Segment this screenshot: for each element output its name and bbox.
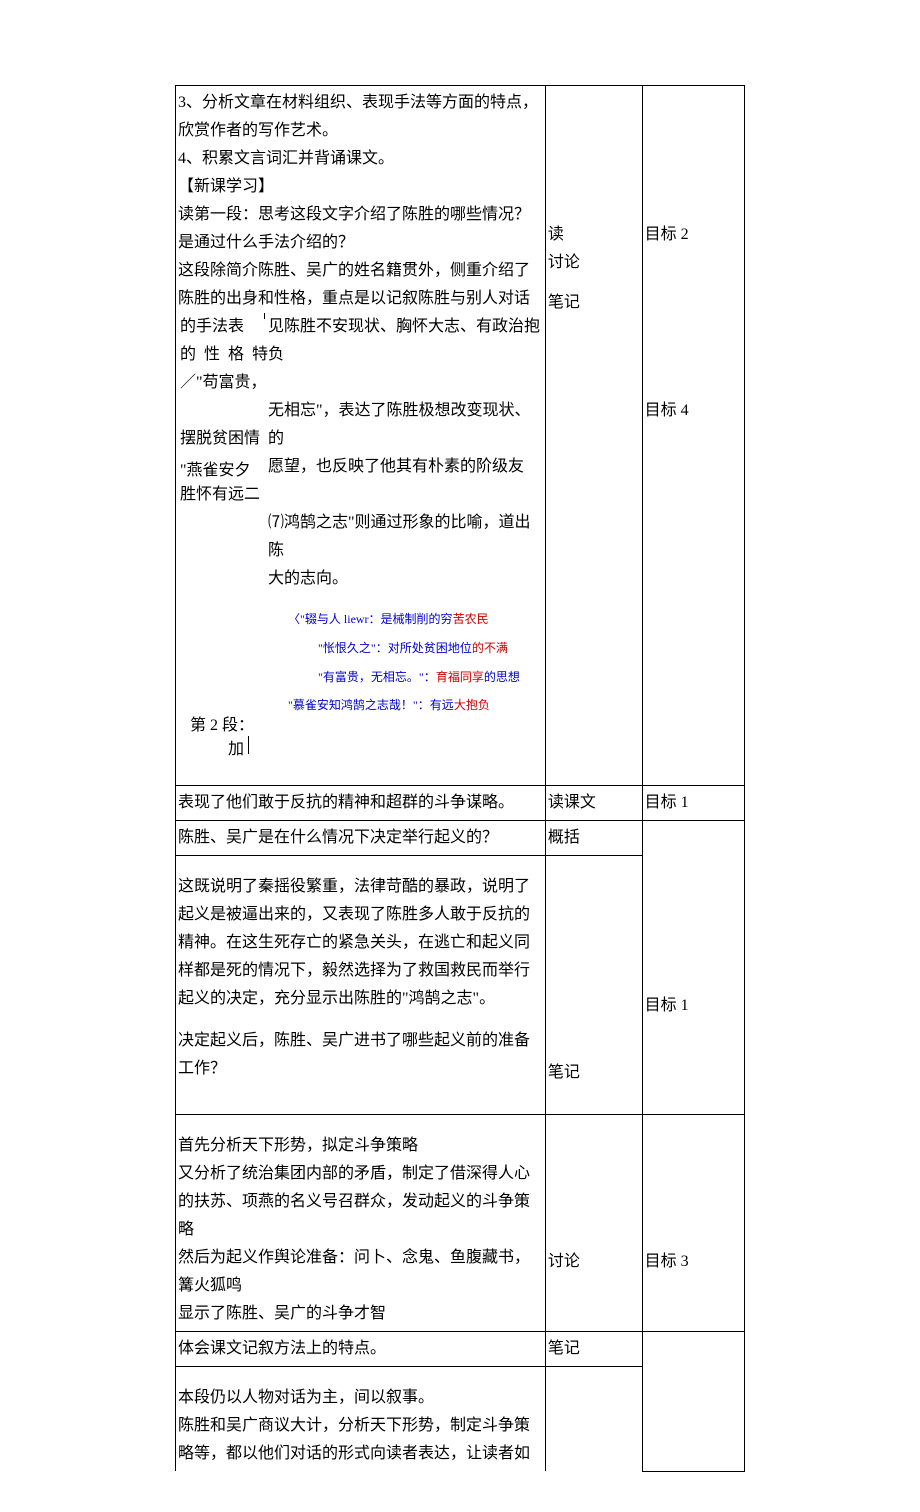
- section-heading: 【新课学习】: [178, 173, 543, 201]
- split-block: 的手法表 见陈胜不安现状、胸怀大志、有政治抱负 的 性 格 特 ／"苟富贵， 无…: [178, 313, 543, 593]
- goal-cell: 目标 1: [642, 786, 744, 821]
- content-cell: 陈胜、吴广是在什么情况下决定举行起义的？: [176, 821, 546, 856]
- table-row: 表现了他们敢于反抗的精神和超群的斗争谋略。 读课文 目标 1: [176, 786, 745, 821]
- activity-label: 讨论: [548, 249, 640, 277]
- point-3: 3、分析文章在材料组织、表现手法等方面的特点，欣赏作者的写作艺术。: [178, 89, 543, 145]
- table-row: 3、分析文章在材料组织、表现手法等方面的特点，欣赏作者的写作艺术。 4、积累文言…: [176, 86, 745, 786]
- table-row: 体会课文记叙方法上的特点。 笔记: [176, 1332, 745, 1367]
- goal-label: 目标 2: [645, 221, 742, 249]
- annotation-line: "有富贵，无相忘。"：育福同享的思想: [268, 663, 543, 692]
- para: 本段仍以人物对话为主，间以叙事。: [178, 1384, 543, 1412]
- goal-label: 目标 1: [645, 992, 742, 1020]
- activity-cell: 讨论: [545, 1115, 642, 1332]
- table-row: 首先分析天下形势，拟定斗争策略 又分析了统治集团内部的矛盾，制定了借深得人心的扶…: [176, 1115, 745, 1332]
- right-fragment: ⑺鸿鹄之志"则通过形象的比喻，道出陈: [268, 509, 543, 565]
- left-fragment: 胜怀有远二: [180, 481, 260, 509]
- annotation-line: 〈"辍与人 liewr：是械制削的穷苦农民: [268, 605, 543, 634]
- para: 陈胜和吴广商议大计，分析天下形势，制定斗争策略等，都以他们对话的形式向读者表达，…: [178, 1412, 543, 1468]
- goal-cell: [642, 1332, 744, 1472]
- left-fragment: 的 性 格 特: [180, 341, 270, 369]
- left-fragment: 摆脱贫困情: [180, 425, 260, 453]
- activity-cell: 笔记: [545, 1332, 642, 1367]
- question-1: 读第一段：思考这段文字介绍了陈胜的哪些情况？是通过什么手法介绍的？: [178, 201, 543, 257]
- point-4: 4、积累文言词汇并背诵课文。: [178, 145, 543, 173]
- annotation-line: "慕雀安知鸿鹄之志哉！"：有远大抱负: [268, 691, 543, 720]
- activity-cell: [545, 1367, 642, 1472]
- para: 显示了陈胜、吴广的斗争才智: [178, 1300, 543, 1328]
- para: 然后为起义作舆论准备：问卜、念鬼、鱼腹藏书，篝火狐鸣: [178, 1244, 543, 1300]
- content-cell: 首先分析天下形势，拟定斗争策略 又分析了统治集团内部的矛盾，制定了借深得人心的扶…: [176, 1115, 546, 1332]
- content-cell: 本段仍以人物对话为主，间以叙事。 陈胜和吴广商议大计，分析天下形势，制定斗争策略…: [176, 1367, 546, 1472]
- para-intro: 这段除简介陈胜、吴广的姓名籍贯外，侧重介绍了陈胜的出身和性格，重点是以记叙陈胜与…: [178, 257, 543, 313]
- para: 首先分析天下形势，拟定斗争策略: [178, 1132, 543, 1160]
- activity-label: 讨论: [548, 1248, 640, 1276]
- content-cell: 3、分析文章在材料组织、表现手法等方面的特点，欣赏作者的写作艺术。 4、积累文言…: [176, 86, 546, 786]
- para: 起义的决定，充分显示出陈胜的"鸿鹄之志"。: [178, 985, 543, 1013]
- para: 决定起义后，陈胜、吴广进书了哪些起义前的准备工作？: [178, 1027, 543, 1083]
- content-cell: 表现了他们敢于反抗的精神和超群的斗争谋略。: [176, 786, 546, 821]
- activity-cell: 概括: [545, 821, 642, 856]
- goal-cell: 目标 1: [642, 821, 744, 1115]
- para: 又分析了统治集团内部的矛盾，制定了借深得人心的扶苏、项燕的名义号召群众，发动起义…: [178, 1160, 543, 1244]
- goal-cell: 目标 3: [642, 1115, 744, 1332]
- annotation-block: 〈"辍与人 liewr：是械制削的穷苦农民 "怅恨久之"：对所处贫困地位的不满 …: [178, 605, 543, 720]
- activity-label: 读: [548, 221, 640, 249]
- right-fragment: 见陈胜不安现状、胸怀大志、有政治抱负: [268, 313, 543, 369]
- content-cell: 这既说明了秦摇役繁重，法律苛酷的暴政，说明了起义是被逼出来的，又表现了陈胜多人敢…: [176, 856, 546, 1115]
- annotation-line: "怅恨久之"：对所处贫困地位的不满: [268, 634, 543, 663]
- left-fragment: ／"苟富贵，: [180, 369, 267, 397]
- activity-cell: 读课文: [545, 786, 642, 821]
- lesson-table: 3、分析文章在材料组织、表现手法等方面的特点，欣赏作者的写作艺术。 4、积累文言…: [175, 85, 745, 1472]
- footer-labels: 第 2 段： 加: [178, 734, 543, 782]
- activity-label: 笔记: [548, 1059, 640, 1087]
- right-fragment: 愿望，也反映了他其有朴素的阶级友: [268, 453, 543, 481]
- goal-cell: 目标 2 目标 4: [642, 86, 744, 786]
- table-row: 陈胜、吴广是在什么情况下决定举行起义的？ 概括 目标 1: [176, 821, 745, 856]
- right-fragment: 大的志向。: [268, 565, 543, 593]
- left-fragment: 的手法表: [180, 313, 244, 341]
- activity-label: 笔记: [548, 289, 640, 317]
- content-cell: 体会课文记叙方法上的特点。: [176, 1332, 546, 1367]
- goal-label: 目标 3: [645, 1248, 742, 1276]
- para: 这既说明了秦摇役繁重，法律苛酷的暴政，说明了起义是被逼出来的，又表现了陈胜多人敢…: [178, 873, 543, 985]
- activity-cell: 读 讨论 笔记: [545, 86, 642, 786]
- activity-cell: 笔记: [545, 856, 642, 1115]
- right-fragment: 无相忘"，表达了陈胜极想改变现状、的: [268, 397, 543, 453]
- goal-label: 目标 4: [645, 397, 742, 425]
- sub-label: 加: [228, 736, 249, 754]
